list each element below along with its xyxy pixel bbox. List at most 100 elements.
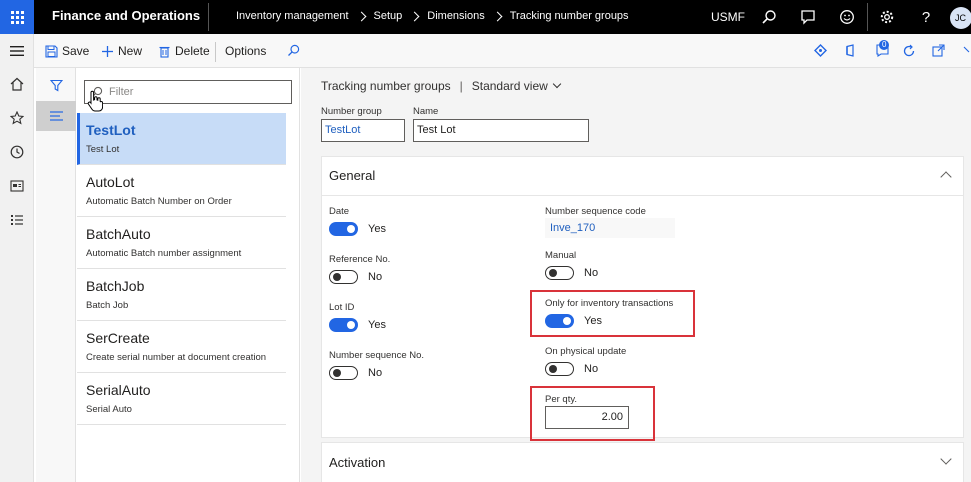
list-item-autolot[interactable]: AutoLot Automatic Batch Number on Order (77, 165, 286, 217)
options-tab[interactable]: Options (225, 44, 266, 58)
list-item-subtitle: Test Lot (86, 144, 120, 155)
page-title: Tracking number groups | Standard view (321, 79, 562, 93)
new-button[interactable]: New (101, 44, 142, 58)
list-item-testlot[interactable]: TestLot Test Lot (77, 113, 286, 165)
refresh-icon[interactable] (902, 44, 920, 58)
number-sequence-code-field[interactable]: Inve_170 (545, 218, 675, 238)
new-label: New (118, 44, 143, 58)
power-apps-icon[interactable] (814, 44, 831, 57)
action-search-button[interactable] (287, 44, 304, 57)
notifications-button[interactable]: 0 (875, 39, 895, 57)
open-in-new-window-icon[interactable] (932, 44, 949, 57)
clock-icon[interactable] (8, 143, 26, 161)
activation-header[interactable]: Activation (329, 455, 385, 470)
highlight-box-inventory-transactions (530, 290, 695, 337)
chevron-up-icon[interactable] (940, 171, 952, 183)
breadcrumb: Inventory management Setup Dimensions Tr… (236, 10, 629, 22)
breadcrumb-tracking-number-groups[interactable]: Tracking number groups (510, 10, 629, 22)
divider (322, 195, 963, 196)
filter-funnel-icon[interactable] (36, 70, 76, 100)
record-list: TestLot Test Lot AutoLot Automatic Batch… (77, 68, 300, 482)
save-label: Save (62, 44, 90, 58)
list-view-icon[interactable] (36, 101, 76, 131)
number-sequence-code-label: Number sequence code (545, 206, 646, 217)
save-button[interactable]: Save (45, 44, 89, 58)
number-group-label: Number group (321, 106, 382, 117)
number-sequence-no-toggle[interactable] (329, 366, 358, 380)
list-item-subtitle: Automatic Batch number assignment (86, 248, 242, 259)
list-item-title: BatchJob (86, 278, 145, 294)
filter-field[interactable] (84, 80, 292, 104)
waffle-icon (10, 10, 24, 24)
app-title[interactable]: Finance and Operations (52, 8, 200, 23)
on-physical-update-toggle[interactable] (545, 362, 574, 376)
date-toggle[interactable] (329, 222, 358, 236)
notification-count: 0 (882, 40, 887, 49)
highlight-box-per-qty (530, 386, 655, 441)
list-pane-toolbar (36, 68, 76, 482)
breadcrumb-dimensions[interactable]: Dimensions (427, 10, 484, 22)
save-icon (45, 44, 58, 58)
chevron-right-icon (356, 11, 366, 21)
filter-input[interactable] (109, 84, 285, 100)
lot-id-value: Yes (368, 319, 386, 331)
list-item-title: BatchAuto (86, 226, 151, 242)
search-icon[interactable] (759, 7, 779, 27)
company-picker[interactable]: USMF (711, 10, 745, 24)
name-label: Name (413, 106, 439, 117)
chevron-down-icon[interactable] (552, 79, 562, 89)
date-label: Date (329, 206, 350, 217)
number-sequence-no-label: Number sequence No. (329, 350, 425, 361)
more-options-icon[interactable] (960, 44, 971, 57)
list-item-batchauto[interactable]: BatchAuto Automatic Batch number assignm… (77, 217, 286, 269)
chevron-down-icon[interactable] (940, 453, 952, 465)
navigation-rail (0, 34, 34, 482)
delete-label: Delete (175, 44, 210, 58)
list-item-title: AutoLot (86, 174, 135, 190)
top-navigation-bar: Finance and Operations Inventory managem… (0, 0, 971, 34)
chevron-right-icon (492, 11, 503, 21)
list-item-title: SerCreate (86, 330, 150, 346)
list-item-serialauto[interactable]: SerialAuto Serial Auto (77, 373, 286, 425)
breadcrumb-setup[interactable]: Setup (374, 10, 403, 22)
list-item-sercreate[interactable]: SerCreate Create serial number at docume… (77, 321, 286, 373)
breadcrumb-inventory-management[interactable]: Inventory management (236, 10, 349, 22)
search-icon (288, 44, 300, 56)
smiley-icon[interactable] (837, 7, 857, 27)
number-sequence-no-value: No (368, 367, 383, 379)
avatar[interactable]: JC (950, 7, 971, 29)
hamburger-menu-icon[interactable] (8, 42, 26, 60)
office-icon[interactable] (844, 44, 861, 57)
trash-icon (159, 46, 170, 58)
divider (208, 3, 209, 31)
manual-value: No (584, 267, 599, 279)
number-group-field[interactable]: TestLot (321, 119, 405, 142)
manual-label: Manual (545, 250, 577, 261)
form-caption: Tracking number groups (321, 79, 451, 93)
help-icon[interactable]: ? (916, 7, 936, 27)
app-launcher-button[interactable] (0, 0, 34, 34)
star-icon[interactable] (8, 109, 26, 127)
modules-list-icon[interactable] (8, 211, 26, 229)
manual-toggle[interactable] (545, 266, 574, 280)
workspaces-icon[interactable] (8, 177, 26, 195)
list-item-batchjob[interactable]: BatchJob Batch Job (77, 269, 286, 321)
home-icon[interactable] (8, 75, 26, 93)
view-selector[interactable]: Standard view (472, 79, 548, 93)
gear-icon[interactable] (877, 7, 897, 27)
general-header[interactable]: General (329, 168, 375, 183)
lot-id-toggle[interactable] (329, 318, 358, 332)
reference-no-toggle[interactable] (329, 270, 358, 284)
hand-cursor-icon (87, 90, 103, 112)
list-item-title: TestLot (86, 122, 136, 138)
name-field[interactable]: Test Lot (413, 119, 589, 142)
on-physical-update-label: On physical update (545, 346, 627, 357)
on-physical-update-value: No (584, 363, 599, 375)
divider (867, 3, 868, 31)
list-item-subtitle: Create serial number at document creatio… (86, 352, 267, 363)
list-item-subtitle: Automatic Batch Number on Order (86, 196, 232, 207)
chat-icon[interactable] (798, 7, 818, 27)
caption-separator: | (459, 79, 463, 93)
delete-button[interactable]: Delete (158, 44, 210, 58)
list-item-title: SerialAuto (86, 382, 151, 398)
